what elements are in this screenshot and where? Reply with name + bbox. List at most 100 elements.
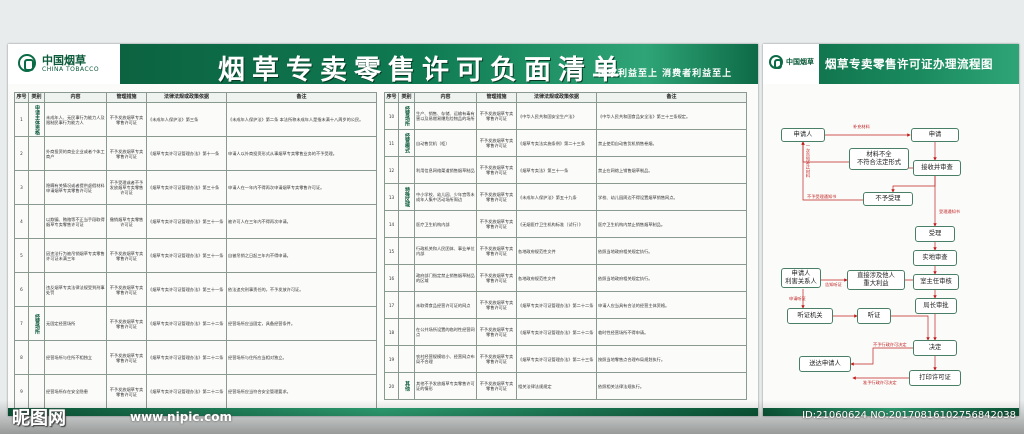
flow-direct-interest: 直接涉及他人 重大利益 [847, 270, 905, 290]
column-header: 内容 [44, 92, 107, 103]
negative-list-board: 中国烟草 CHINA TOBACCO 烟草专卖零售许可负面清单 国家利益至上 消… [8, 44, 758, 416]
table-cell-cat [398, 345, 415, 373]
table-row: 13 特殊区域 中小学校、幼儿园、少年宫等未成年人集中活动场所周边 不予发放烟草专卖零… [384, 183, 747, 211]
watermark-url: www.nipic.com [130, 410, 232, 424]
table-cell-note: 按照当地零售点合理布局规划执行。 [596, 345, 747, 373]
table-cell-note: 《中华人民共和国食品安全法》第三十三条规定。 [596, 102, 747, 130]
table-row: 20 其他 其他不予发放烟草专卖零售许可证的情形 不予发放烟草专卖零售许可证 相关法律法… [384, 372, 747, 400]
column-header: 法律法规或政策依据 [516, 92, 597, 103]
table-cell-measure: 不予发放烟草专卖零售许可证 [106, 136, 147, 171]
table-cell-note: 经营场所与住所应当相对独立。 [226, 340, 377, 375]
table-cell-cat [398, 237, 415, 265]
table-cell-basis: 《未成年人保护法》第三条 [146, 102, 227, 137]
table-cell-note: 申请人以外商投资形式从事烟草专卖零售业务的不予受理。 [226, 136, 377, 171]
table-cell-no: 12 [384, 156, 399, 184]
watermark-brand: 昵图网 [12, 408, 66, 429]
table-cell-content: 经营场所与住所不相独立 [44, 340, 107, 375]
flow-site-review: 实地审查 [913, 250, 957, 266]
china-tobacco-logo-icon [18, 54, 36, 72]
table-cell-basis: 《中华人民共和国安全生产法》 [516, 102, 597, 130]
table-cell-note: 自被吊销之日起三年内不得申请。 [226, 238, 377, 273]
table-cell-measure: 不予发放烟草专卖零售许可证 [476, 372, 517, 400]
column-header: 序号 [384, 92, 399, 103]
table-cell-measure: 不予发放烟草专卖零售许可证 [476, 210, 517, 238]
negative-list-table-right: 序号 类别 内容 管理措施 法律法规或政策依据 备注 10 经营场所 生产、销售、存储、运输有… [384, 92, 747, 400]
table-cell-cat [398, 210, 415, 238]
table-cell-no: 16 [384, 264, 399, 292]
table-cell-measure: 不予发放烟草专卖零售许可证 [476, 264, 517, 292]
table-cell-content: 未成年人、无民事行为能力人及限制民事行为能力人 [44, 102, 107, 137]
table-cell-content: 未取得食品经营许可证的网点 [414, 291, 477, 319]
note-accept-notice: 受理通知书 [939, 209, 960, 214]
table-cell-measure: 撤销烟草专卖零售许可证 [106, 204, 147, 239]
note-inform-once: 一次告知补正材料 [806, 144, 811, 178]
table-cell-no: 13 [384, 183, 399, 211]
table-cell-basis: 《烟草专卖许可证管理办法》第十一条 [146, 136, 227, 171]
table-cell-basis: 《烟草专卖许可证管理办法》第二十二条 [146, 306, 227, 341]
table-cell-note: 学校、幼儿园周边不得设置烟草销售网点。 [596, 183, 747, 211]
table-cell-content: 隐瞒有关情况或者提供虚假材料申请烟草专卖零售许可证 [44, 170, 107, 205]
table-cell-cat [398, 156, 415, 184]
table-cell-no: 14 [384, 210, 399, 238]
flow-applicant-interest: 申请人 利害关系人 [781, 268, 821, 288]
column-header: 类别 [28, 92, 45, 103]
table-cell-measure: 不予发放烟草专卖零售许可证 [106, 340, 147, 375]
table-cell-cat [28, 136, 45, 171]
table-row: 11 经营模式 自动售货机（柜） 不予发放烟草专卖零售许可证 《烟草专卖法实施条例》第二… [384, 129, 747, 157]
table-cell-measure: 不予发放烟草专卖零售许可证 [106, 306, 147, 341]
column-header: 类别 [398, 92, 415, 103]
table-cell-measure: 不予发放烟草专卖零售许可证 [106, 102, 147, 137]
table-cell-note: 依照当地政府相关规定执行。 [596, 264, 747, 292]
table-cell-basis: 《烟草专卖法》第三十一条 [516, 156, 597, 184]
table-cell-content: 医疗卫生机构内部 [414, 210, 477, 238]
table-cell-note: 《未成年人保护法》第二条 本法所称未成年人是指未满十八周岁的公民。 [226, 102, 377, 137]
table-cell-note: 申请人应当具有合法的经营主体资格。 [596, 291, 747, 319]
column-header: 法律法规或政策依据 [146, 92, 227, 103]
table-row: 8 经营场所与住所不相独立 不予发放烟草专卖零售许可证 《烟草专卖许可证管理办法》第二… [14, 340, 377, 375]
table-cell-basis: 《烟草专卖许可证管理办法》第二十三条 [516, 345, 597, 373]
table-cell-cat: 经营模式 [398, 129, 415, 157]
table-cell-note: 医疗卫生机构内禁止销售烟草制品。 [596, 210, 747, 238]
flow-internal-review: 室主任审核 [913, 274, 959, 290]
table-row: 5 因违法行为被吊销烟草专卖零售许可证未满三年 不予发放烟草专卖零售许可证 《烟草专卖… [14, 238, 377, 273]
table-cell-measure: 不予发放烟草专卖零售许可证 [476, 156, 517, 184]
table-cell-content: 违反烟草专卖法律法规受到刑事处罚 [44, 272, 107, 307]
table-cell-cat [398, 318, 415, 346]
table-cell-no: 17 [384, 291, 399, 319]
note-permit: 准予行政许可决定 [863, 380, 897, 385]
table-cell-content: 政府部门指定禁止销售烟草制品的区域 [414, 264, 477, 292]
note-apply-hearing: 申请听证 [789, 296, 806, 301]
table-cell-note: 申请人在一年内不得再次申请烟草专卖零售许可证。 [226, 170, 377, 205]
column-header: 内容 [414, 92, 477, 103]
table-cell-basis: 《烟草专卖许可证管理办法》第二十二条 [516, 318, 597, 346]
flow-hearing-org: 听证机关 [787, 308, 833, 324]
table-cell-content: 行政机关和人民团体、事业单位内部 [414, 237, 477, 265]
table-cell-note: 依照相关法律法规执行。 [596, 372, 747, 400]
table-cell-no: 2 [14, 136, 29, 171]
table-cell-measure: 不予发放烟草专卖零售许可证 [476, 237, 517, 265]
table-row: 3 隐瞒有关情况或者提供虚假材料申请烟草专卖零售许可证 不予受理或者不予发放烟草专卖… [14, 170, 377, 205]
table-cell-note: 被许可人在三年内不得再次申请。 [226, 204, 377, 239]
table-cell-cat [398, 291, 415, 319]
logo: 中国烟草 CHINA TOBACCO [8, 44, 120, 84]
flow-accept-review: 接收并审查 [913, 160, 961, 176]
table-row: 17 未取得食品经营许可证的网点 不予发放烟草专卖零售许可证 《烟草专卖许可证管理办法… [384, 291, 747, 319]
table-cell-basis: 《烟草专卖许可证管理办法》第三十一条 [146, 238, 227, 273]
table-cell-no: 11 [384, 129, 399, 157]
flow-deliver: 送达申请人 [799, 356, 851, 372]
table-cell-content: 中小学校、幼儿园、少年宫等未成年人集中活动场所周边 [414, 183, 477, 211]
table-row: 18 在公共场所设置的临时性经营网点 不予发放烟草专卖零售许可证 《烟草专卖许可证管理… [384, 318, 747, 346]
table-cell-note: 禁止在网络上销售烟草制品。 [596, 156, 747, 184]
table-cell-cat: 经营场所 [398, 102, 415, 130]
table-row: 16 政府部门指定禁止销售烟草制品的区域 不予发放烟草专卖零售许可证 各地政府规范性文… [384, 264, 747, 292]
table-row: 2 外商投资的商业企业或者个体工商户 不予发放烟草专卖零售许可证 《烟草专卖许可证管理… [14, 136, 377, 171]
table-cell-basis: 《无烟医疗卫生机构标准（试行）》 [516, 210, 597, 238]
flow-applicant: 申请人 [781, 128, 825, 142]
arrow-decide-deliver [850, 347, 913, 366]
column-header: 管理措施 [106, 92, 147, 103]
table-cell-cat: 特殊区域 [398, 183, 415, 211]
table-cell-content: 农村经营规模较小、经营网点布局不合理 [414, 345, 477, 373]
table-cell-no: 15 [384, 237, 399, 265]
table-cell-no: 6 [14, 272, 29, 307]
flow-print: 打印许可证 [909, 370, 961, 386]
